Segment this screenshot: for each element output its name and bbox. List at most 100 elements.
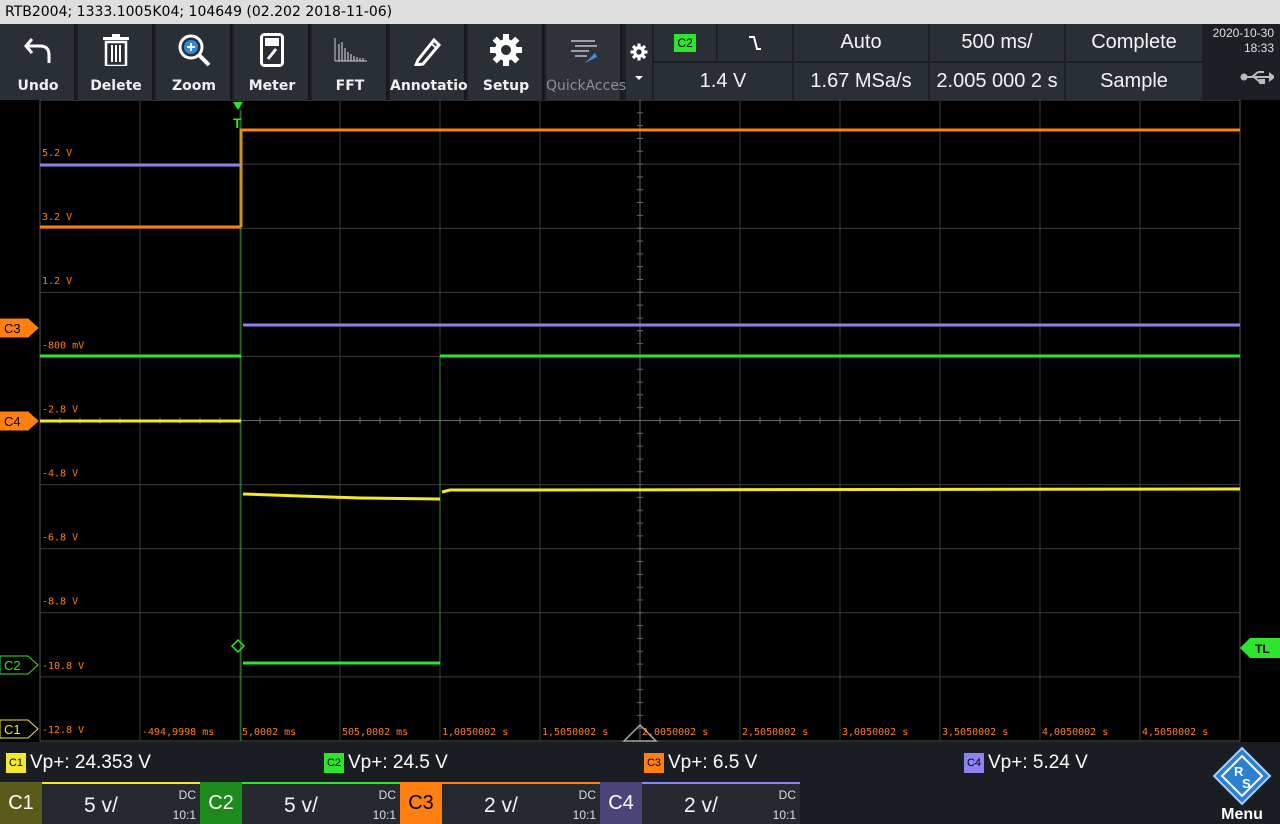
menu-button[interactable]: R S Menu xyxy=(1204,742,1280,824)
trace-c1-sag xyxy=(242,492,441,501)
small-gear-icon xyxy=(630,43,648,61)
settings-dropdown-button[interactable] xyxy=(626,24,652,100)
volt-labels: 5.2 V 3.2 V 1.2 V -800 mV -2.8 V -4.8 V -6.8 V… xyxy=(42,148,84,736)
trigger-source[interactable]: C2 xyxy=(654,24,716,61)
measurement-value-c2: Vp+: 24.5 V xyxy=(348,752,448,773)
trigger-label: T xyxy=(233,115,242,131)
channel-c2[interactable]: C2 5 v/ DC 10:1 xyxy=(200,782,400,824)
meter-button[interactable]: Meter xyxy=(234,24,310,100)
measurement-value-c4: Vp+: 5.24 V xyxy=(988,752,1088,773)
trace-c1-settled xyxy=(441,487,1241,494)
volt-label: -10.8 V xyxy=(42,661,84,672)
date: 2020-10-30 xyxy=(1212,26,1274,40)
fft-icon xyxy=(312,30,388,70)
measurement-chip-c1: C1 xyxy=(6,753,26,773)
waveform-display[interactable]: 5.2 V 3.2 V 1.2 V -800 mV -2.8 V -4.8 V -6.8 V… xyxy=(0,100,1280,742)
channel-c1-body: 5 v/ DC 10:1 xyxy=(42,782,200,824)
measurement-bar: C1 Vp+: 24.353 V C2 Vp+: 24.5 V C3 Vp+: … xyxy=(0,742,1280,782)
c3c4-label: C3 xyxy=(4,321,21,336)
channel-c4-coupling: DC xyxy=(778,788,796,802)
quickaccess-icon xyxy=(546,30,622,70)
channel-c4[interactable]: C4 2 v/ DC 10:1 xyxy=(600,782,800,824)
horizontal-position[interactable]: 2.005 000 2 s xyxy=(930,63,1064,100)
measurement-value-c1: Vp+: 24.353 V xyxy=(30,752,151,773)
channel-c3-coupling: DC xyxy=(578,788,596,802)
trigger-marker-icon xyxy=(233,102,243,110)
annotation-button[interactable]: Annotation xyxy=(390,24,478,100)
meter-label: Meter xyxy=(248,78,296,94)
fft-label: FFT xyxy=(335,78,365,94)
acquisition-status[interactable]: Complete xyxy=(1066,24,1202,61)
volt-label: -12.8 V xyxy=(42,725,84,736)
svg-text:S: S xyxy=(1242,776,1251,791)
volt-label: -4.8 V xyxy=(42,469,78,480)
acquisition-mode[interactable]: Sample xyxy=(1066,63,1202,100)
zoom-icon xyxy=(156,30,232,70)
time-label: 4,0050002 s xyxy=(1042,727,1108,738)
c2-label: C2 xyxy=(4,658,21,673)
volt-label: -800 mV xyxy=(42,340,84,351)
undo-label: Undo xyxy=(17,78,59,94)
c1-label: C1 xyxy=(4,722,21,737)
trigger-mode[interactable]: Auto xyxy=(794,24,928,61)
quickaccess-button[interactable]: QuickAccess xyxy=(546,24,634,100)
zoom-label: Zoom xyxy=(172,78,216,94)
time-label: 1,0050002 s xyxy=(442,727,508,738)
volt-label: -2.8 V xyxy=(42,404,78,415)
channel-c1-scale: 5 v/ xyxy=(84,794,118,817)
waveform-canvas[interactable]: 5.2 V 3.2 V 1.2 V -800 mV -2.8 V -4.8 V -6.8 V… xyxy=(0,100,1280,742)
measurement-c2[interactable]: C2 Vp+: 24.5 V xyxy=(324,751,448,775)
timebase[interactable]: 500 ms/ xyxy=(930,24,1064,61)
time-label: 2,5050002 s xyxy=(742,727,808,738)
channel-c3-body: 2 v/ DC 10:1 xyxy=(442,782,600,824)
time-label: 505,0002 ms xyxy=(342,727,408,738)
channel-c1[interactable]: C1 5 v/ DC 10:1 xyxy=(0,782,200,824)
zoom-button[interactable]: Zoom xyxy=(156,24,232,100)
channel-c3-tag: C3 xyxy=(400,782,442,824)
channel-c2-coupling: DC xyxy=(378,788,396,802)
time-label: 1,5050002 s xyxy=(542,727,608,738)
undo-button[interactable]: Undo xyxy=(0,24,76,100)
setup-label: Setup xyxy=(482,78,530,94)
window-title: RTB2004; 1333.1005K04; 104649 (02.202 20… xyxy=(0,0,1280,24)
channel-c1-coupling: DC xyxy=(178,788,196,802)
annotation-label: Annotation xyxy=(390,78,478,94)
trigger-level[interactable]: 1.4 V xyxy=(654,63,792,100)
channel-c2-tag: C2 xyxy=(200,782,242,824)
sample-rate[interactable]: 1.67 MSa/s xyxy=(794,63,928,100)
gear-icon xyxy=(468,30,544,70)
time-label: 5,0002 ms xyxy=(242,727,296,738)
volt-label: -8.8 V xyxy=(42,597,78,608)
channel-c2-probe: 10:1 xyxy=(372,808,396,822)
channel-c3[interactable]: C3 2 v/ DC 10:1 xyxy=(400,782,600,824)
falling-edge-icon xyxy=(749,35,761,50)
volt-label: 3.2 V xyxy=(42,212,72,223)
delete-button[interactable]: Delete xyxy=(78,24,154,100)
channel-c4-probe: 10:1 xyxy=(772,808,796,822)
measurement-c3[interactable]: C3 Vp+: 6.5 V xyxy=(644,751,757,775)
measurement-c1[interactable]: C1 Vp+: 24.353 V xyxy=(6,751,151,775)
time-label: -494,9998 ms xyxy=(142,727,214,738)
time-label: 3,0050002 s xyxy=(842,727,908,738)
measurement-c4[interactable]: C4 Vp+: 5.24 V xyxy=(964,751,1088,775)
rs-logo-icon: R S xyxy=(1212,746,1272,806)
channel-c1-probe: 10:1 xyxy=(172,808,196,822)
channel-c4-body: 2 v/ DC 10:1 xyxy=(642,782,800,824)
c2-offset-marker-icon xyxy=(230,638,246,654)
time-labels: -494,9998 ms 5,0002 ms 505,0002 ms 1,005000… xyxy=(142,727,1208,738)
volt-label: -6.8 V xyxy=(42,533,78,544)
channel-bar: C1 5 v/ DC 10:1 C2 5 v/ DC 10:1 C3 2 v/ … xyxy=(0,782,1280,824)
chevron-down-icon xyxy=(635,76,643,80)
channel-c4-tag: C4 xyxy=(600,782,642,824)
usb-icon xyxy=(1240,71,1276,85)
quickaccess-label: QuickAccess xyxy=(546,78,634,94)
time-label: 3,5050002 s xyxy=(942,727,1008,738)
setup-button[interactable]: Setup xyxy=(468,24,544,100)
volt-label: 5.2 V xyxy=(42,148,72,159)
channel-c4-scale: 2 v/ xyxy=(684,794,718,817)
delete-label: Delete xyxy=(90,78,142,94)
volt-label: 1.2 V xyxy=(42,276,72,287)
trigger-level-label: TL xyxy=(1255,642,1270,656)
trigger-slope[interactable] xyxy=(718,24,792,61)
fft-button[interactable]: FFT xyxy=(312,24,388,100)
